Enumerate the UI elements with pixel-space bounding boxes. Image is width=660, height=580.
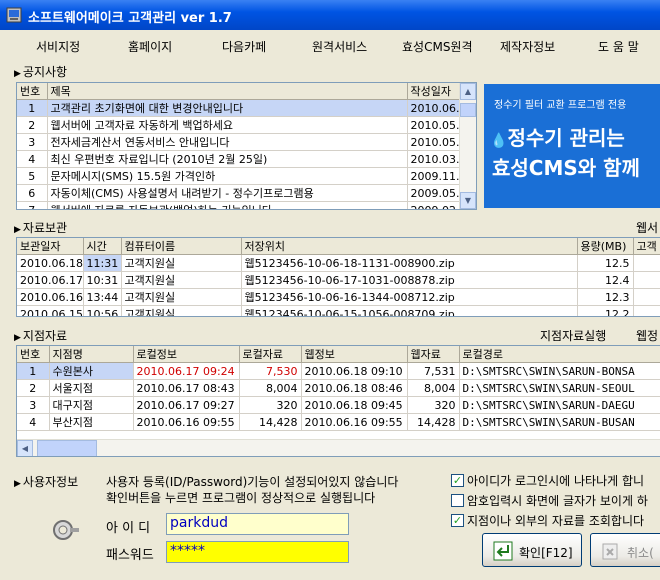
- confirm-button[interactable]: 확인[F12]: [482, 533, 582, 567]
- table-row[interactable]: 4 부산지점 2010.06.16 09:55 14,428 2010.06.16 09…: [17, 413, 660, 431]
- column-header[interactable]: 컴퓨터이름: [121, 238, 242, 255]
- app-icon: [6, 7, 22, 23]
- branch-horizontal-scrollbar[interactable]: ◀: [17, 439, 660, 456]
- column-header[interactable]: 저장위치: [241, 238, 578, 255]
- table-row[interactable]: 2010.06.17 10:31 고객지원실 웹5123456-10-06-17-10…: [17, 271, 660, 289]
- window-title: 소프트웨어메이크 고객관리 ver 1.7: [28, 11, 232, 26]
- table-header: 번호 제목 작성일자: [17, 83, 476, 100]
- table-header: 보관일자 시간 컴퓨터이름 저장위치 용량(MB) 고객: [17, 238, 660, 255]
- column-header[interactable]: 웹자료: [407, 346, 460, 363]
- password-label: 패스워드: [106, 548, 154, 563]
- user-message-1: 사용자 등록(ID/Password)기능이 설정되어있지 않습니다: [106, 475, 399, 489]
- web-server-link[interactable]: 웹서: [636, 219, 658, 236]
- table-row[interactable]: 2 서울지점 2010.06.17 08:43 8,004 2010.06.18 08:…: [17, 379, 660, 397]
- notice-section-label: ▶ 공지사항: [14, 65, 68, 79]
- menu-server[interactable]: 서비지정: [36, 38, 80, 55]
- table-row[interactable]: 6 자동이체(CMS) 사용설명서 내려받기 - 정수기프로그램용 2009.05.…: [17, 184, 476, 202]
- table-row[interactable]: 5 문자메시지(SMS) 15.5원 가격인하 2009.11.27: [17, 167, 476, 185]
- menu-daum-cafe[interactable]: 다음카페: [222, 38, 266, 55]
- banner-caption: 정수기 필터 교환 프로그램 전용: [494, 100, 627, 111]
- scroll-up-icon[interactable]: ▲: [460, 83, 476, 100]
- column-header[interactable]: 시간: [83, 238, 122, 255]
- web-info-link[interactable]: 웹정: [636, 327, 658, 344]
- table-row[interactable]: 1 고객관리 초기화면에 대한 변경안내입니다 2010.06.21: [17, 99, 476, 117]
- arrow-right-icon: ▶: [14, 69, 21, 79]
- banner-headline: 💧정수기 관리는: [490, 126, 625, 150]
- backup-section-label: ▶ 자료보관: [14, 221, 68, 235]
- table-row[interactable]: 2010.06.16 13:44 고객지원실 웹5123456-10-06-16-13…: [17, 288, 660, 306]
- menu-author-info[interactable]: 제작자정보: [500, 38, 555, 55]
- column-header[interactable]: 용량(MB): [577, 238, 634, 255]
- notice-vertical-scrollbar[interactable]: ▲ ▼: [459, 83, 476, 209]
- branch-section-label: ▶ 지점자료: [14, 329, 68, 343]
- user-section-label: ▶ 사용자정보: [14, 475, 79, 489]
- table-row[interactable]: 2010.06.18 11:31 고객지원실 웹5123456-10-06-18-11…: [17, 254, 660, 272]
- column-header[interactable]: 로컬자료: [239, 346, 302, 363]
- backup-table: 보관일자 시간 컴퓨터이름 저장위치 용량(MB) 고객 2010.06.18 1…: [17, 238, 660, 316]
- column-header[interactable]: 고객: [633, 238, 660, 255]
- column-header[interactable]: 보관일자: [17, 238, 84, 255]
- scroll-thumb[interactable]: [460, 103, 476, 117]
- table-row[interactable]: 7웹서버에 자료를 자동보관(백업)하는 기능입니다2009.02.10: [17, 201, 476, 209]
- menu-remote-service[interactable]: 원격서비스: [312, 38, 367, 55]
- user-message-2: 확인버튼을 누르면 프로그램이 정상적으로 실행됩니다: [106, 491, 376, 505]
- enter-icon: [493, 541, 513, 561]
- table-row[interactable]: 2 웹서버에 고객자료 자동하게 백업하세요 2010.05.12: [17, 116, 476, 134]
- checkbox-box: [451, 494, 464, 507]
- column-header[interactable]: 웹정보: [301, 346, 408, 363]
- menu-cms-remote[interactable]: 효성CMS원격: [402, 38, 473, 55]
- arrow-right-icon: ▶: [14, 479, 21, 489]
- table-row[interactable]: 2010.06.15 10:56 고객지원실 웹5123456-10-06-15-10…: [17, 305, 660, 316]
- column-header[interactable]: 제목: [47, 83, 408, 100]
- scroll-left-icon[interactable]: ◀: [17, 440, 33, 456]
- key-icon: [53, 520, 79, 540]
- menu-homepage[interactable]: 홈페이지: [128, 38, 172, 55]
- notice-grid[interactable]: 번호 제목 작성일자 1 고객관리 초기화면에 대한 변경안내입니다 2010.06…: [16, 82, 477, 210]
- main-window: 소프트웨어메이크 고객관리 ver 1.7 서비지정 홈페이지 다음카페 원격서…: [0, 0, 660, 580]
- cancel-icon: [602, 543, 618, 560]
- branch-table: 번호 지점명 로컬정보 로컬자료 웹정보 웹자료 로컬경로 1 수원본사 2010.…: [17, 346, 660, 431]
- arrow-right-icon: ▶: [14, 225, 21, 235]
- id-label: 아 이 디: [106, 521, 151, 536]
- water-drop-icon: 💧: [490, 133, 508, 149]
- column-header[interactable]: 로컬경로: [459, 346, 660, 363]
- table-row[interactable]: 1 수원본사 2010.06.17 09:24 7,530 2010.06.18 09:…: [17, 362, 660, 380]
- branch-grid[interactable]: 번호 지점명 로컬정보 로컬자료 웹정보 웹자료 로컬경로 1 수원본사 2010.…: [16, 345, 660, 457]
- table-row[interactable]: 3 대구지점 2010.06.17 09:27 320 2010.06.18 09:45…: [17, 396, 660, 414]
- table-row[interactable]: 4 최신 우편번호 자료입니다 (2010년 2월 25일) 2010.03.02: [17, 150, 476, 168]
- scroll-down-icon[interactable]: ▼: [460, 192, 476, 209]
- table-row[interactable]: 3 전자세금계산서 연동서비스 안내입니다 2010.05.07: [17, 133, 476, 151]
- menu-help[interactable]: 도 움 말: [598, 38, 639, 55]
- backup-grid[interactable]: 보관일자 시간 컴퓨터이름 저장위치 용량(MB) 고객 2010.06.18 1…: [16, 237, 660, 317]
- check-icon: ✓: [451, 514, 464, 527]
- title-bar[interactable]: 소프트웨어메이크 고객관리 ver 1.7: [0, 0, 660, 30]
- option-show-password-checkbox[interactable]: 암호입력시 화면에 글자가 보이게 하: [451, 492, 648, 509]
- check-icon: ✓: [451, 474, 464, 487]
- column-header[interactable]: 번호: [17, 83, 48, 100]
- password-input[interactable]: *****: [166, 541, 349, 563]
- column-header[interactable]: 번호: [17, 346, 50, 363]
- table-header: 번호 지점명 로컬정보 로컬자료 웹정보 웹자료 로컬경로: [17, 346, 660, 363]
- scroll-thumb[interactable]: [37, 440, 97, 456]
- column-header[interactable]: 지점명: [49, 346, 134, 363]
- notice-table: 번호 제목 작성일자 1 고객관리 초기화면에 대한 변경안내입니다 2010.06…: [17, 83, 476, 209]
- promo-banner[interactable]: 정수기 필터 교환 프로그램 전용 💧정수기 관리는 효성CMS와 함께: [484, 84, 660, 208]
- arrow-right-icon: ▶: [14, 333, 21, 343]
- branch-data-run-link[interactable]: 지점자료실행: [540, 327, 606, 344]
- banner-subline: 효성CMS와 함께: [492, 156, 640, 180]
- option-branch-data-checkbox[interactable]: ✓ 지점이나 외부의 자료를 조회합니다: [451, 512, 644, 529]
- menu-bar: 서비지정 홈페이지 다음카페 원격서비스 효성CMS원격 제작자정보 도 움 말: [0, 32, 660, 58]
- cancel-button[interactable]: 취소(: [590, 533, 660, 567]
- column-header[interactable]: 로컬정보: [133, 346, 240, 363]
- id-input[interactable]: parkdud: [166, 513, 349, 535]
- option-show-id-checkbox[interactable]: ✓ 아이디가 로그인시에 나타나게 합니: [451, 472, 644, 489]
